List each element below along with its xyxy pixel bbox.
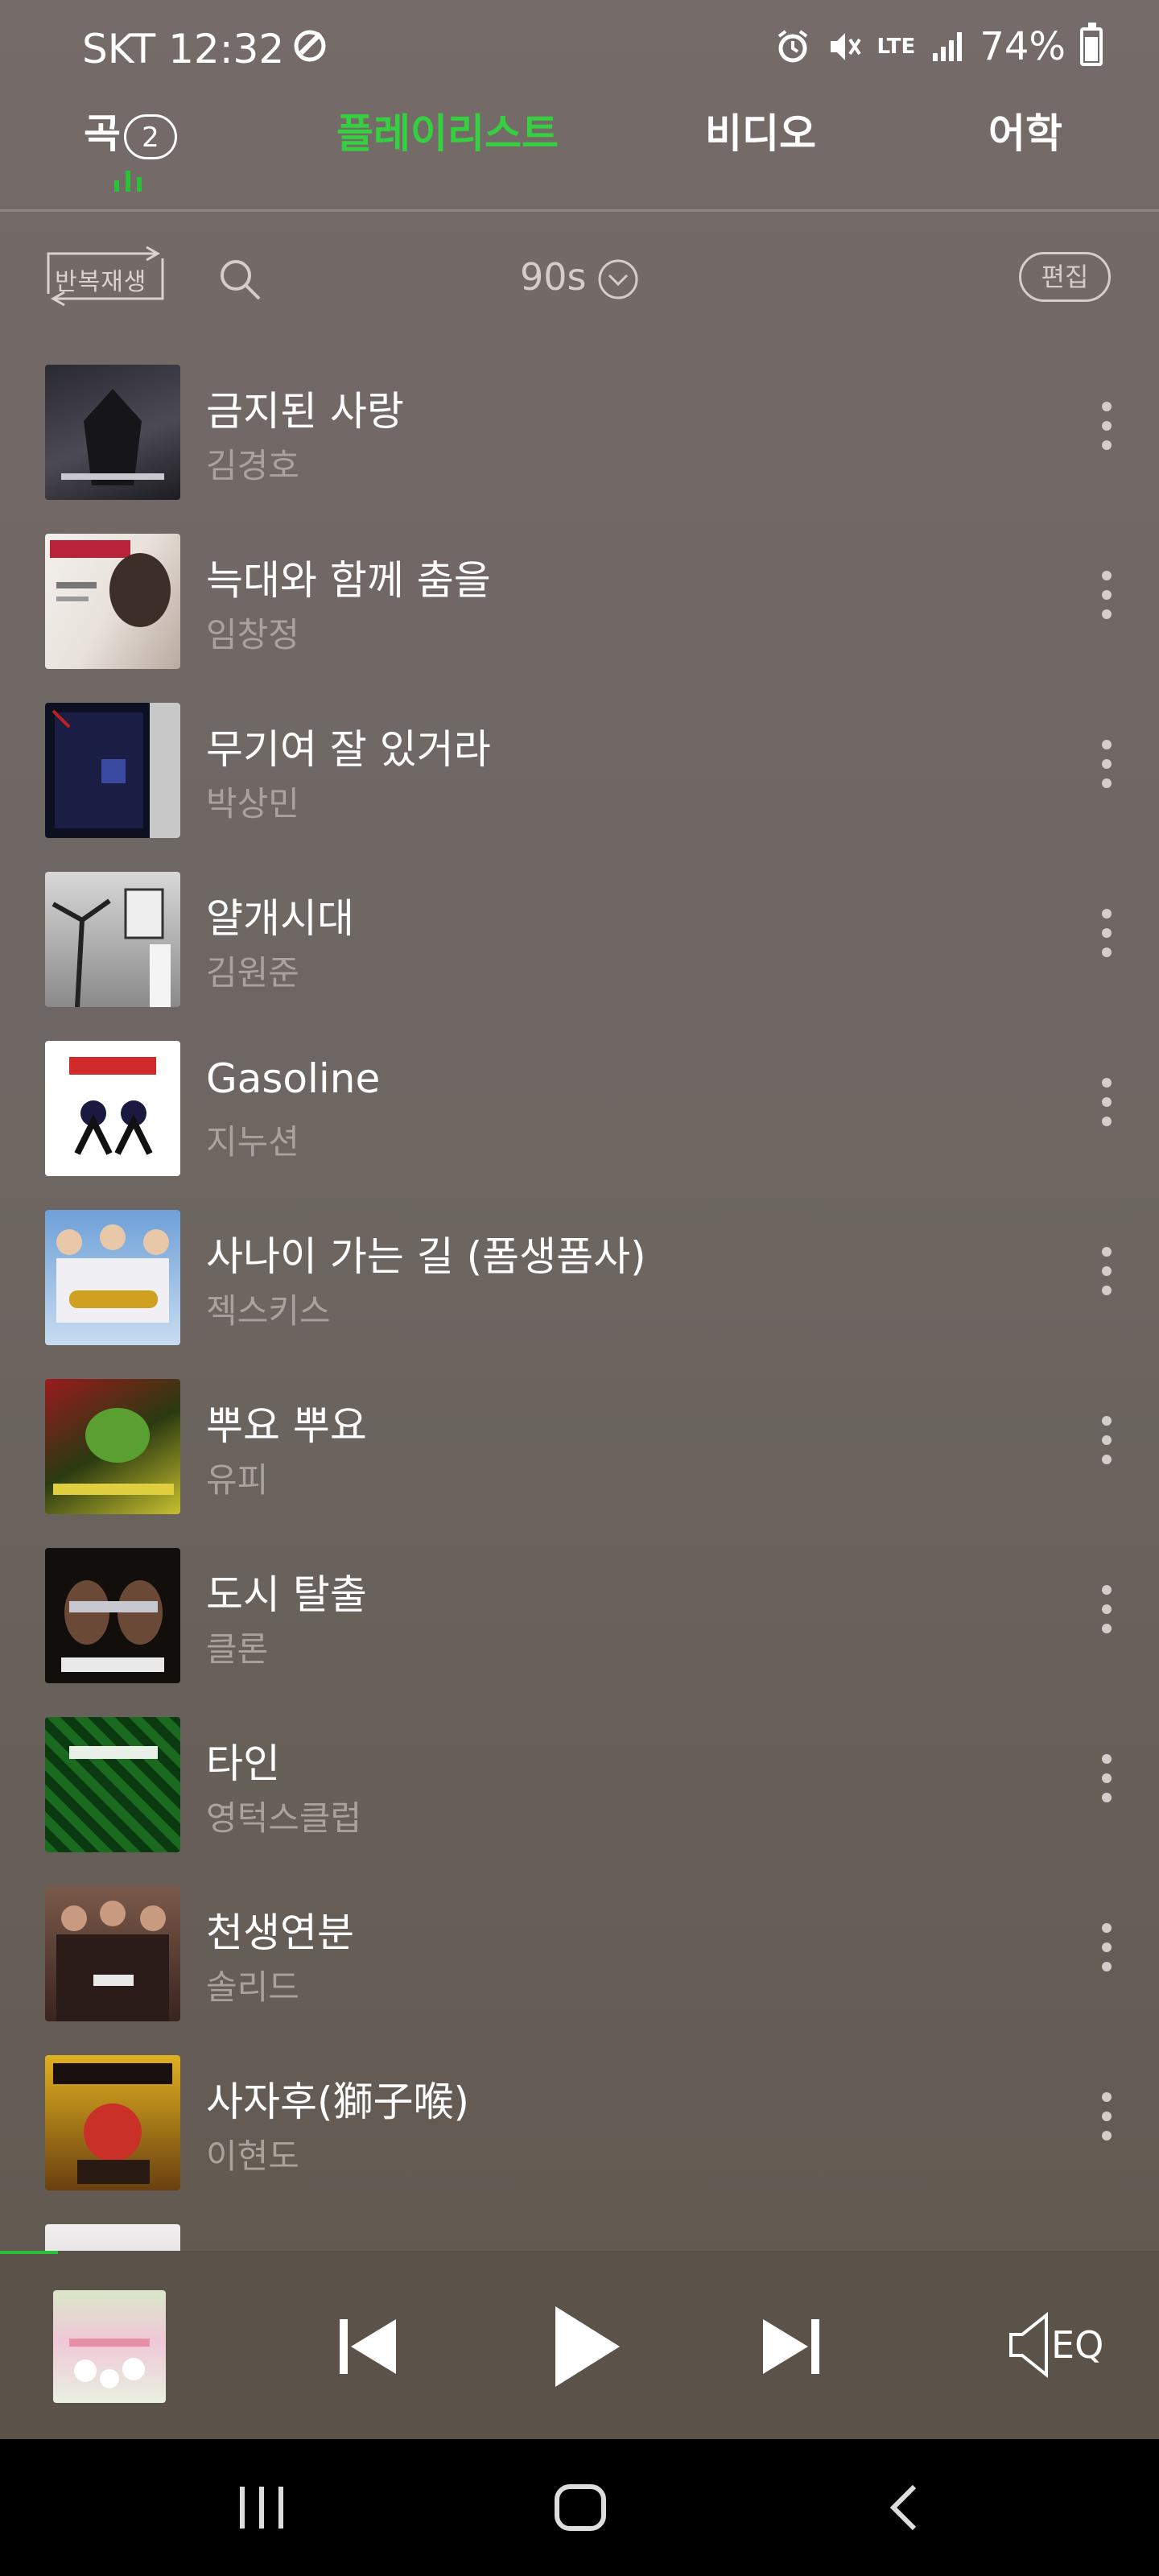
repeat-label: 반복재생	[55, 268, 147, 296]
song-artist: 유피	[206, 1460, 269, 1500]
eq-label: EQ	[1051, 2323, 1104, 2367]
network-type: LTE	[876, 35, 916, 59]
more-options-icon[interactable]	[1095, 1585, 1119, 1641]
song-title: 금지된 사랑	[206, 388, 404, 435]
tab-language[interactable]: 어학	[988, 101, 1062, 159]
album-art	[45, 2224, 180, 2252]
list-item[interactable]: 천생연분 솔리드	[0, 1881, 1159, 2050]
song-artist: 지누션	[206, 1122, 299, 1162]
album-art	[45, 1210, 180, 1345]
edit-button[interactable]: 편집	[1019, 252, 1111, 302]
more-options-icon[interactable]	[1095, 402, 1119, 458]
song-artist: 김원준	[206, 953, 299, 993]
song-artist: 임창정	[206, 615, 299, 654]
previous-track-icon[interactable]	[319, 2298, 415, 2395]
album-art	[45, 1717, 180, 1852]
song-title: 도시 탈출	[206, 1571, 367, 1618]
more-options-icon[interactable]	[1095, 1247, 1119, 1303]
album-art	[45, 1886, 180, 2021]
status-time: SKT 12:32	[82, 26, 285, 72]
list-item[interactable]: 얄개시대 김원준	[0, 867, 1159, 1036]
next-track-icon[interactable]	[744, 2298, 840, 2395]
more-options-icon[interactable]	[1095, 1754, 1119, 1810]
more-options-icon[interactable]	[1095, 1416, 1119, 1472]
playlist-name[interactable]: 90s	[520, 255, 587, 299]
now-playing-album-art[interactable]	[53, 2290, 166, 2403]
status-bar: SKT 12:32 LTE 74%	[0, 0, 1159, 97]
album-art	[45, 703, 180, 838]
song-artist: 솔리드	[206, 1967, 299, 2007]
list-item[interactable]: 사자후(獅子喉) 이현도	[0, 2050, 1159, 2219]
song-title: 늑대와 함께 춤을	[206, 557, 491, 604]
battery-icon	[1080, 23, 1103, 66]
more-options-icon[interactable]	[1095, 740, 1119, 796]
song-artist: 영턱스클럽	[206, 1798, 362, 1838]
alarm-icon	[777, 30, 807, 63]
song-count-badge: 2	[124, 114, 177, 159]
tab-playlist[interactable]: 플레이리스트	[336, 101, 559, 159]
more-options-icon[interactable]	[1095, 1923, 1119, 1979]
eq-button[interactable]: EQ	[1006, 2309, 1111, 2381]
more-options-icon[interactable]	[1095, 2092, 1119, 2149]
song-artist: 박상민	[206, 784, 299, 824]
tab-video[interactable]: 비디오	[705, 101, 816, 159]
list-item[interactable]: 금지된 사랑 김경호	[0, 360, 1159, 529]
song-title: 타인	[206, 1740, 280, 1787]
list-item[interactable]: 무기여 잘 있거라 박상민	[0, 698, 1159, 867]
album-art	[45, 534, 180, 669]
recent-apps-icon[interactable]	[233, 2483, 290, 2532]
play-icon[interactable]	[534, 2298, 631, 2395]
list-item[interactable]: 사나이 가는 길 (폼생폼사) 젝스키스	[0, 1205, 1159, 1374]
mini-player: EQ	[0, 2254, 1159, 2439]
tab-songs[interactable]: 곡2	[84, 101, 177, 159]
mute-icon	[830, 33, 861, 60]
more-options-icon[interactable]	[1095, 571, 1119, 627]
song-title: 뿌요 뿌요	[206, 1402, 367, 1449]
signal-icon	[933, 32, 963, 61]
chevron-down-icon[interactable]	[597, 258, 639, 300]
album-art	[45, 872, 180, 1007]
album-art	[45, 1548, 180, 1683]
album-art	[45, 1041, 180, 1176]
album-art	[45, 2055, 180, 2190]
list-item[interactable]: 타인 영턱스클럽	[0, 1712, 1159, 1881]
tab-songs-label: 곡	[84, 110, 121, 157]
song-title: 얄개시대	[206, 895, 354, 942]
list-item[interactable]: Gasoline 지누션	[0, 1036, 1159, 1205]
repeat-button[interactable]: 반복재생	[45, 246, 166, 307]
song-artist: 젝스키스	[206, 1291, 331, 1331]
list-item[interactable]: 뿌요 뿌요 유피	[0, 1374, 1159, 1543]
song-title: 무기여 잘 있거라	[206, 726, 491, 773]
battery-percent: 74%	[980, 24, 1066, 69]
speaker-icon	[1009, 2311, 1048, 2379]
playlist-toolbar: 반복재생 90s 편집	[0, 237, 1159, 318]
song-artist: 이현도	[206, 2136, 299, 2176]
status-icons: LTE 74%	[774, 23, 1103, 69]
list-item[interactable]: 도시 탈출 클론	[0, 1543, 1159, 1712]
song-list: 금지된 사랑 김경호 늑대와 함께 춤을 임창정 무기여 잘 있거라 박상민 얄…	[0, 360, 1159, 2252]
list-item[interactable]	[0, 2219, 1159, 2252]
album-art	[45, 365, 180, 500]
more-options-icon[interactable]	[1095, 909, 1119, 965]
sync-icon	[294, 30, 326, 62]
home-icon[interactable]	[552, 2483, 608, 2532]
search-icon[interactable]	[216, 255, 264, 303]
song-artist: 김경호	[206, 446, 299, 485]
back-icon[interactable]	[877, 2483, 934, 2532]
category-tabs: 곡2 플레이리스트 비디오 어학	[0, 97, 1159, 212]
song-title: 천생연분	[206, 1909, 354, 1956]
song-artist: 클론	[206, 1629, 269, 1669]
system-nav-bar	[0, 2439, 1159, 2576]
now-playing-indicator-icon	[114, 171, 142, 192]
song-title: 사자후(獅子喉)	[206, 2079, 470, 2125]
song-title: 사나이 가는 길 (폼생폼사)	[206, 1233, 646, 1280]
list-item[interactable]: 늑대와 함께 춤을 임창정	[0, 529, 1159, 698]
album-art	[45, 1379, 180, 1514]
song-title: Gasoline	[206, 1055, 381, 1102]
more-options-icon[interactable]	[1095, 1078, 1119, 1134]
